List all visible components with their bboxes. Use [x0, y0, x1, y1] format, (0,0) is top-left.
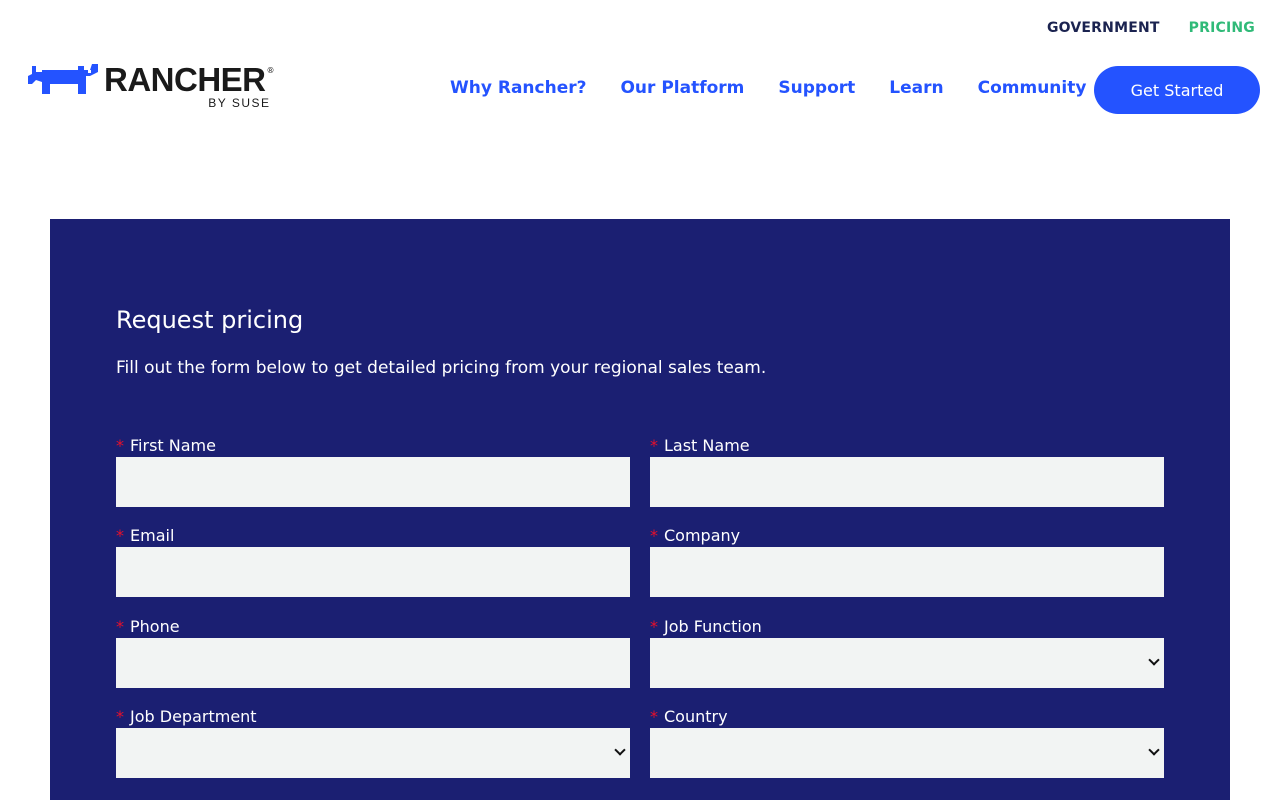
rancher-logo[interactable]: RANCHER ® BY SUSE — [28, 62, 275, 110]
job-function-field: * Job Function — [650, 616, 1164, 688]
utility-nav: GOVERNMENT PRICING — [1047, 20, 1255, 36]
phone-label-text: Phone — [130, 617, 180, 636]
phone-field: * Phone — [116, 616, 630, 688]
logo-by-suse: BY SUSE — [208, 96, 271, 110]
get-started-button[interactable]: Get Started — [1094, 66, 1260, 114]
last-name-field: * Last Name — [650, 435, 1164, 507]
company-input[interactable] — [650, 547, 1164, 597]
required-marker: * — [650, 617, 658, 636]
country-label-text: Country — [664, 707, 728, 726]
required-marker: * — [116, 526, 124, 545]
email-label: * Email — [116, 525, 630, 547]
company-field: * Company — [650, 525, 1164, 597]
company-label-text: Company — [664, 526, 741, 545]
required-marker: * — [650, 526, 658, 545]
required-marker: * — [116, 617, 124, 636]
rancher-bull-logo-icon — [28, 64, 98, 94]
government-link[interactable]: GOVERNMENT — [1047, 20, 1160, 36]
email-field: * Email — [116, 525, 630, 597]
registered-mark: ® — [266, 65, 275, 75]
nav-our-platform[interactable]: Our Platform — [620, 76, 744, 100]
nav-community[interactable]: Community — [978, 76, 1087, 100]
nav-why-rancher[interactable]: Why Rancher? — [450, 76, 586, 100]
nav-learn[interactable]: Learn — [889, 76, 943, 100]
country-field: * Country — [650, 706, 1164, 778]
required-marker: * — [116, 436, 124, 455]
job-function-select[interactable] — [650, 638, 1164, 688]
main-nav: Why Rancher? Our Platform Support Learn … — [450, 76, 1086, 100]
company-label: * Company — [650, 525, 1164, 547]
required-marker: * — [650, 707, 658, 726]
job-department-label: * Job Department — [116, 706, 630, 728]
pricing-form-panel: Request pricing Fill out the form below … — [50, 219, 1230, 800]
pricing-link[interactable]: PRICING — [1189, 20, 1255, 36]
country-select[interactable] — [650, 728, 1164, 778]
logo-wordmark: RANCHER — [104, 61, 266, 98]
job-department-label-text: Job Department — [130, 707, 257, 726]
country-select-wrap — [650, 728, 1164, 778]
job-function-select-wrap — [650, 638, 1164, 688]
phone-label: * Phone — [116, 616, 630, 638]
first-name-label: * First Name — [116, 435, 630, 457]
form-title: Request pricing — [116, 306, 304, 334]
required-marker: * — [116, 707, 124, 726]
form-subtitle: Fill out the form below to get detailed … — [116, 358, 767, 378]
last-name-label-text: Last Name — [664, 436, 750, 455]
phone-input[interactable] — [116, 638, 630, 688]
required-marker: * — [650, 436, 658, 455]
last-name-label: * Last Name — [650, 435, 1164, 457]
job-department-field: * Job Department — [116, 706, 630, 778]
first-name-label-text: First Name — [130, 436, 216, 455]
job-function-label-text: Job Function — [664, 617, 762, 636]
email-label-text: Email — [130, 526, 175, 545]
country-label: * Country — [650, 706, 1164, 728]
job-function-label: * Job Function — [650, 616, 1164, 638]
nav-support[interactable]: Support — [778, 76, 855, 100]
email-input[interactable] — [116, 547, 630, 597]
first-name-input[interactable] — [116, 457, 630, 507]
last-name-input[interactable] — [650, 457, 1164, 507]
logo-row: RANCHER ® — [28, 62, 275, 98]
job-department-select-wrap — [116, 728, 630, 778]
first-name-field: * First Name — [116, 435, 630, 507]
job-department-select[interactable] — [116, 728, 630, 778]
